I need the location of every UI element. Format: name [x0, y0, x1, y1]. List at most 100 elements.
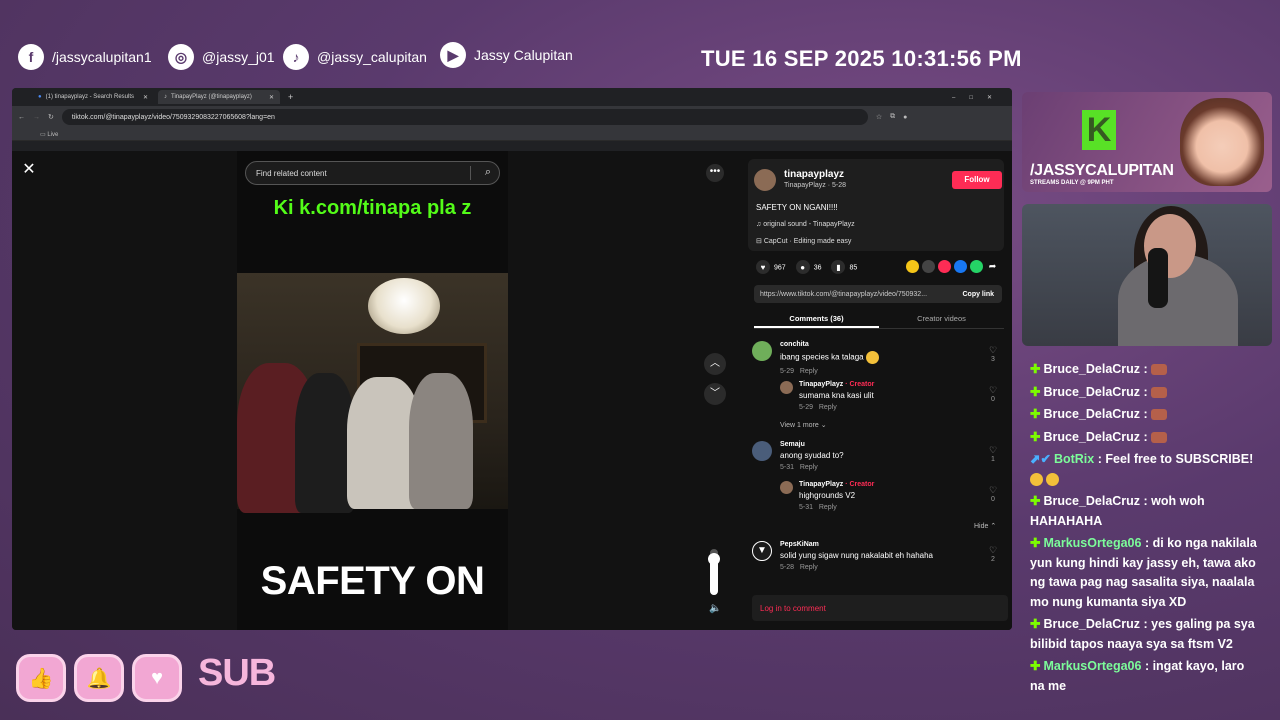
video-player[interactable]: Find related content ⌕ Ki k.com/tinapa p… [237, 151, 508, 630]
tab-search-results[interactable]: ● (1) tinapayplayz - Search Results ✕ [32, 90, 154, 104]
tab-comments[interactable]: Comments (36) [754, 309, 879, 328]
post-description: SAFETY ON NGANI!!!! [756, 203, 838, 212]
back-icon[interactable]: ← [18, 114, 25, 121]
comment-button[interactable]: ● 36 [795, 260, 821, 274]
search-input[interactable]: Find related content ⌕ [245, 161, 500, 185]
reply-button[interactable]: Reply [819, 504, 837, 511]
author-username[interactable]: tinapayplayz [784, 169, 844, 180]
star-icon[interactable]: ☆ [876, 113, 882, 121]
avatar[interactable]: ▼ [752, 541, 772, 561]
chevron-up-icon[interactable]: ︿ [704, 353, 726, 375]
lamp-shape [368, 278, 440, 334]
send-icon[interactable] [938, 260, 951, 273]
like-button[interactable]: ♥ 967 [756, 260, 786, 274]
chat-message: ✚ Bruce_DelaCruz : [1030, 383, 1262, 403]
hide-replies[interactable]: Hide ⌃ [974, 522, 996, 530]
badge-icon: ✚ [1030, 536, 1041, 550]
webcam-feed [1022, 204, 1272, 346]
post-details-panel: tinapayplayz TinapayPlayz · 5-28 Follow … [738, 151, 1012, 630]
address-bar[interactable]: tiktok.com/@tinapayplayz/video/750932908… [61, 109, 868, 125]
comment-like-button[interactable]: ♡ 0 [988, 485, 998, 503]
comment-like-button[interactable]: ♡ 0 [988, 385, 998, 403]
comment-like-button[interactable]: ♡ 2 [988, 545, 998, 563]
comment-tabs: Comments (36) Creator videos [754, 309, 1004, 329]
bookmark-live[interactable]: ▭ Live [40, 131, 58, 138]
heart-icon: ♥ [132, 654, 182, 702]
badge-icon: ✚ [1030, 617, 1041, 631]
volume-slider[interactable] [708, 549, 720, 595]
tab-bar: ● (1) tinapayplayz - Search Results ✕ ♪ … [12, 88, 1012, 106]
address-row: ← → ↻ tiktok.com/@tinapayplayz/video/750… [12, 106, 1012, 128]
streamer-handle: /JASSYCALUPITAN [1030, 162, 1174, 179]
forward-icon[interactable]: → [33, 114, 40, 121]
emote-icon [1030, 472, 1043, 486]
tiktok-page: ✕ Find related content ⌕ Ki k.com/tinapa… [12, 151, 1012, 630]
bookmark-icon: ▮ [831, 260, 846, 274]
chat-message: ✚ MarkusOrtega06 : ingat kayo, laro na me [1030, 659, 1245, 693]
reload-icon[interactable]: ↻ [48, 113, 54, 121]
save-button[interactable]: ▮ 85 [831, 260, 857, 274]
volume-knob[interactable] [708, 553, 720, 566]
whatsapp-icon[interactable] [970, 260, 983, 273]
avatar[interactable] [780, 381, 793, 394]
date-time-clock: TUE 16 SEP 2025 10:31:56 PM [701, 46, 1022, 71]
view-more-replies[interactable]: View 1 more ⌄ [780, 421, 827, 429]
comment-like-button[interactable]: ♡ 3 [988, 345, 998, 363]
share-icons: ➦ [906, 260, 999, 273]
tiktok-handle: ♪ @jassy_calupitan [283, 44, 427, 70]
chevron-down-icon[interactable]: ﹀ [704, 383, 726, 405]
login-to-comment-button[interactable]: Log in to comment [752, 595, 1008, 621]
copy-link-box: https://www.tiktok.com/@tinapayplayz/vid… [754, 285, 1002, 303]
close-tab-icon[interactable]: ✕ [269, 94, 274, 101]
author-subtitle: TinapayPlayz · 5-28 [784, 182, 846, 189]
stream-schedule: STREAMS DAILY @ 9PM PHT [1030, 180, 1114, 186]
tab-tiktok[interactable]: ♪ TinapayPlayz (@tinapayplayz) ✕ [158, 90, 280, 104]
capcut-link[interactable]: ⊟ CapCut · Editing made easy [756, 237, 851, 245]
reply-button[interactable]: Reply [800, 368, 818, 375]
facebook-icon: f [18, 44, 44, 70]
bell-icon: 🔔 [74, 654, 124, 702]
game-scene [237, 273, 508, 513]
avatar[interactable] [780, 481, 793, 494]
volume-icon[interactable]: 🔈 [709, 603, 721, 614]
embed-icon[interactable] [922, 260, 935, 273]
profile-icon[interactable]: ● [903, 114, 907, 121]
close-icon[interactable]: ✕ [20, 161, 38, 179]
avatar[interactable] [752, 341, 772, 361]
follow-button[interactable]: Follow [952, 171, 1002, 189]
thumbs-up-icon: 👍 [16, 654, 66, 702]
emote-icon [1151, 431, 1168, 443]
tiktok-icon: ♪ [283, 44, 309, 70]
comment-reply: TinapayPlayz · Creator highgrounds V2 5-… [780, 481, 1004, 517]
facebook-icon: ● [38, 94, 42, 100]
sound-link[interactable]: ♫ original sound - TinapayPlayz [756, 221, 855, 228]
search-icon[interactable]: ⌕ [485, 166, 491, 179]
reply-button[interactable]: Reply [800, 464, 818, 471]
copy-link-button[interactable]: Copy link [962, 291, 994, 298]
close-tab-icon[interactable]: ✕ [143, 94, 148, 101]
reply-button[interactable]: Reply [800, 564, 818, 571]
bot-badge-icon: ⬈✔ [1030, 452, 1051, 466]
emoji-icon[interactable] [906, 260, 919, 273]
avatar[interactable] [754, 169, 776, 191]
badge-icon: ✚ [1030, 407, 1041, 421]
character [295, 373, 355, 513]
heart-icon: ♥ [756, 260, 770, 274]
kick-logo-icon: K [1082, 110, 1116, 150]
chat-message: ⬈✔ BotRix : Feel free to SUBSCRIBE! [1030, 450, 1262, 489]
extensions-icon[interactable]: ⧉ [890, 113, 895, 121]
chat-message: ✚ Bruce_DelaCruz : [1030, 428, 1262, 448]
more-options-icon[interactable]: ••• [706, 164, 724, 182]
post-info-card: tinapayplayz TinapayPlayz · 5-28 Follow … [748, 159, 1004, 251]
comment-like-button[interactable]: ♡ 1 [988, 445, 998, 463]
share-arrow-icon[interactable]: ➦ [986, 260, 999, 273]
badge-icon: ✚ [1030, 384, 1041, 399]
tab-creator-videos[interactable]: Creator videos [879, 309, 1004, 328]
new-tab-button[interactable]: + [288, 92, 293, 102]
window-controls[interactable]: –□✕ [952, 94, 1006, 101]
reply-button[interactable]: Reply [819, 404, 837, 411]
tiktok-icon: ♪ [164, 94, 167, 100]
kick-url-overlay: Ki k.com/tinapa pla z [273, 197, 472, 219]
facebook-share-icon[interactable] [954, 260, 967, 273]
avatar[interactable] [752, 441, 772, 461]
